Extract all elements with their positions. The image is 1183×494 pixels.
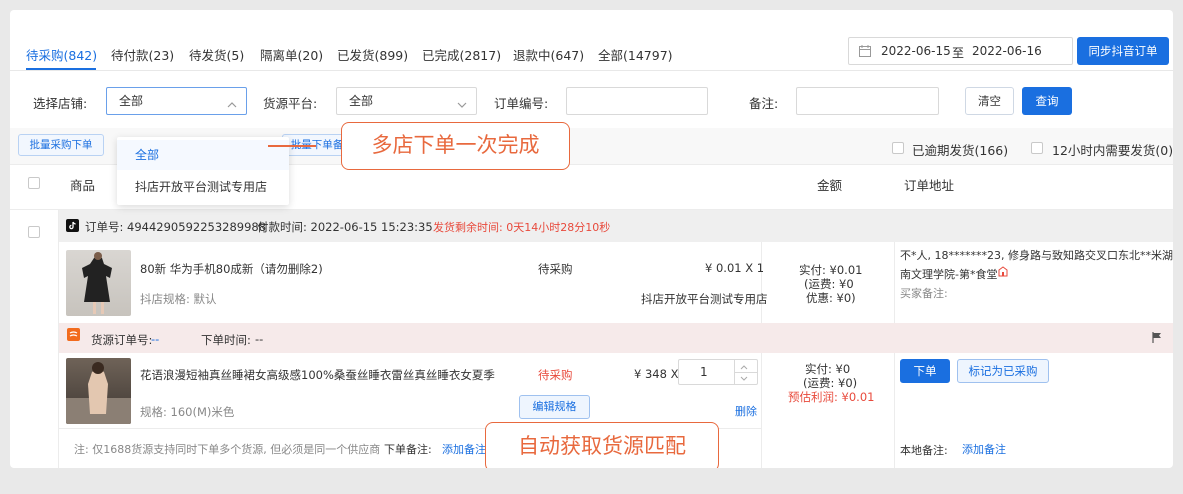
mark-purchased-button[interactable]: 标记为已采购 (957, 359, 1049, 383)
shop-select[interactable]: 全部 (106, 87, 247, 115)
chevron-down-icon (456, 94, 468, 108)
source-order-value: -- (151, 332, 160, 346)
shop-label: 选择店铺: (33, 96, 88, 111)
tab-shipped[interactable]: 已发货(899) (337, 45, 408, 64)
date-range-picker[interactable]: 2022-06-15 至 2022-06-16 (848, 37, 1073, 65)
column-amount: 金额 (817, 178, 843, 193)
add-order-remark-link[interactable]: 添加备注 (442, 441, 486, 457)
order-price-qty: ¥ 0.01 X 1 (705, 261, 765, 275)
source-status: 待采购 (538, 368, 573, 382)
order-number-label: 订单编号: (494, 96, 549, 111)
order-product-title: 80新 华为手机80成新（请勿删除2) (140, 262, 323, 276)
within-12h-checkbox[interactable] (1031, 142, 1043, 154)
order-product-spec: 抖店规格: 默认 (140, 292, 217, 306)
tab-all[interactable]: 全部(14797) (598, 45, 673, 64)
col-divider (761, 242, 762, 324)
remark-label: 备注: (749, 96, 779, 111)
date-start[interactable]: 2022-06-15 (881, 44, 951, 58)
tab-refunding[interactable]: 退款中(647) (513, 45, 584, 64)
remark-input[interactable] (796, 87, 939, 115)
shop-select-value: 全部 (119, 94, 144, 108)
platform-label: 货源平台: (263, 96, 318, 111)
source-product-title: 花语浪漫短袖真丝睡裙女高级感100%桑蚕丝睡衣雷丝真丝睡衣女夏季 (140, 368, 495, 382)
chevron-up-icon (226, 94, 238, 108)
col-divider (761, 353, 762, 468)
column-address: 订单地址 (904, 178, 955, 193)
order-number-input[interactable] (566, 87, 708, 115)
quantity-value[interactable]: 1 (700, 365, 708, 379)
source-order-label: 货源订单号: (91, 333, 153, 347)
multi-source-note: 注: 仅1688货源支持同时下单多个货源, 但必须是同一个供应商 (74, 443, 381, 456)
col-divider (894, 242, 895, 468)
clear-button[interactable]: 清空 (965, 87, 1014, 115)
sync-douyin-orders-button[interactable]: 同步抖音订单 (1077, 37, 1169, 65)
source-product-spec: 规格: 160(M)米色 (140, 405, 235, 419)
platform-select-value: 全部 (349, 94, 374, 108)
tab-pending-purchase[interactable]: 待采购(842) (26, 45, 97, 64)
order-time-label: 下单时间: (201, 333, 251, 347)
main-panel: 待采购(842) 待付款(23) 待发货(5) 隔离单(20) 已发货(899)… (10, 10, 1173, 468)
order-remark-label: 下单备注: (384, 443, 432, 456)
flag-icon[interactable] (1152, 332, 1162, 346)
shop-option-test-store[interactable]: 抖店开放平台测试专用店 (117, 172, 289, 202)
estimated-profit: 预估利润: ¥0.01 (788, 390, 875, 404)
add-local-remark-link[interactable]: 添加备注 (962, 441, 1006, 457)
search-button[interactable]: 查询 (1022, 87, 1072, 115)
shop-option-all[interactable]: 全部 (117, 140, 289, 170)
tab-isolated[interactable]: 隔离单(20) (260, 45, 323, 64)
date-end[interactable]: 2022-06-16 (972, 44, 1042, 58)
source-product-image (66, 358, 131, 424)
overdue-checkbox[interactable] (892, 142, 904, 154)
tab-pending-payment[interactable]: 待付款(23) (111, 45, 174, 64)
source-price: ¥ 348 X (634, 367, 679, 381)
order-number: 订单号: 4944290592253289988 (85, 220, 267, 234)
buyer-remark: 买家备注: (900, 287, 948, 300)
place-order-button[interactable]: 下单 (900, 359, 950, 383)
tabs-divider (10, 70, 1173, 71)
order-time-value: -- (255, 332, 264, 346)
callout-auto-source: 自动获取货源匹配 (485, 422, 719, 468)
source-platform-icon (67, 328, 80, 341)
copy-address-icon[interactable] (998, 266, 1008, 280)
callout-multi-shop: 多店下单一次完成 (341, 122, 570, 170)
within-12h-label: 12小时内需要发货(0) (1052, 143, 1173, 158)
order-address-line1: 不*人, 18*******23, 修身路与致知路交叉口东北**米湖 (900, 249, 1173, 262)
date-separator: 至 (952, 46, 965, 60)
delete-link[interactable]: 删除 (735, 403, 757, 419)
product-image (66, 250, 131, 316)
batch-purchase-button[interactable]: 批量采购下单 (18, 134, 104, 156)
platform-select[interactable]: 全部 (336, 87, 477, 115)
quantity-stepper[interactable]: 1 (678, 359, 758, 385)
callout-connector (268, 145, 316, 147)
column-product: 商品 (70, 178, 96, 193)
tab-pending-shipment[interactable]: 待发货(5) (189, 45, 244, 64)
select-all-checkbox[interactable] (28, 177, 40, 189)
overdue-label: 已逾期发货(166) (912, 143, 1009, 158)
douyin-icon (66, 219, 79, 232)
order-status: 待采购 (538, 262, 573, 276)
shop-dropdown-menu: 全部 抖店开放平台测试专用店 (117, 137, 289, 205)
ship-remaining-time: 发货剩余时间: 0天14小时28分10秒 (433, 221, 611, 234)
local-remark-label: 本地备注: (900, 444, 948, 457)
decrement-icon[interactable] (739, 373, 749, 387)
order-shop-name: 抖店开放平台测试专用店 (641, 292, 768, 306)
order-row-checkbox[interactable] (28, 226, 40, 238)
edit-spec-button[interactable]: 编辑规格 (519, 395, 590, 419)
calendar-icon (859, 45, 871, 60)
order-address-line2: 南文理学院-第*食堂 (900, 268, 998, 281)
pay-time: 付款时间: 2022-06-15 15:23:35 (257, 220, 433, 234)
order-discount: 优惠: ¥0) (806, 291, 856, 305)
tab-completed[interactable]: 已完成(2817) (422, 45, 501, 64)
